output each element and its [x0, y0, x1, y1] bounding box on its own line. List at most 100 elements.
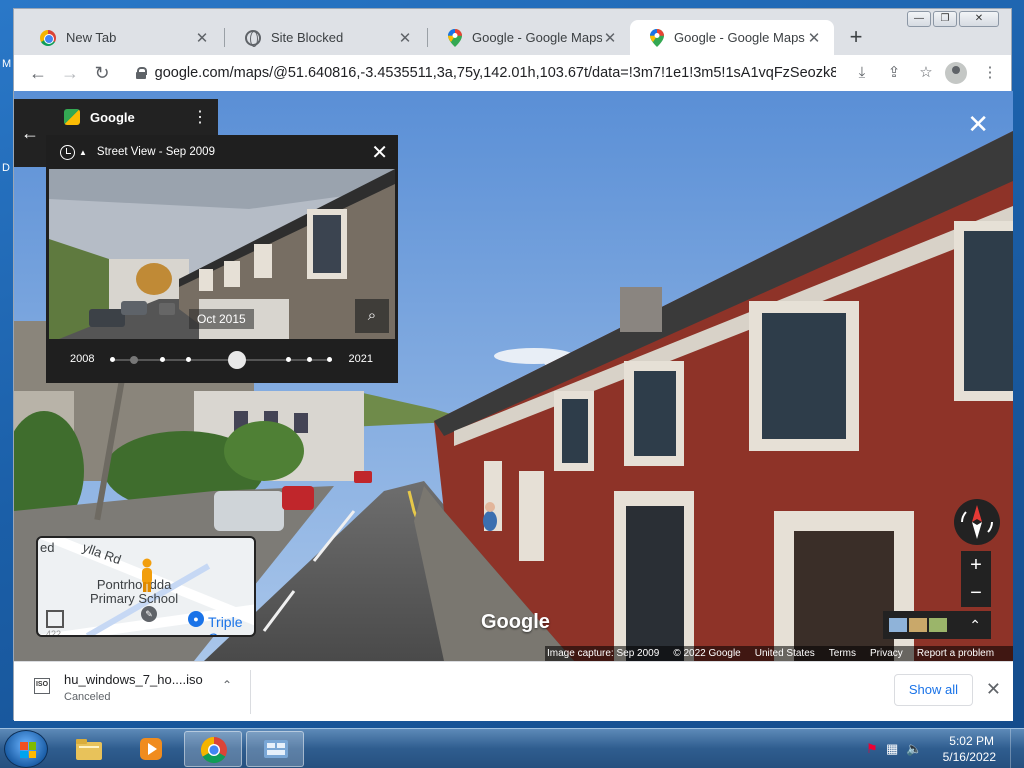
taskbar-chrome[interactable] — [184, 731, 242, 767]
timeline-track[interactable] — [112, 359, 332, 361]
iso-file-icon: ISO — [34, 678, 50, 694]
install-app-icon[interactable]: ⤓ — [849, 57, 875, 89]
clock-date[interactable]: 5/16/2022 — [943, 750, 996, 764]
browser-toolbar: ← → ↻ google.com/maps/@51.640816,-3.4535… — [14, 55, 1011, 91]
bookmark-star-icon[interactable]: ☆ — [913, 57, 939, 89]
profile-avatar-icon[interactable] — [945, 57, 971, 89]
tab-new-tab[interactable]: New Tab ✕ — [20, 20, 222, 55]
timeline-slider[interactable]: 2008 2021 — [46, 339, 398, 383]
timeline-point[interactable] — [186, 357, 191, 362]
share-icon[interactable]: ⇪ — [881, 57, 907, 89]
copyright: © 2022 Google — [673, 648, 741, 659]
maps-pin-icon — [650, 28, 664, 47]
zoom-preview-icon[interactable]: ⌕ — [355, 299, 389, 333]
timeline-point[interactable] — [286, 357, 291, 362]
address-bar[interactable]: google.com/maps/@51.640816,-3.4535511,3a… — [126, 58, 836, 88]
close-tab-icon[interactable]: ✕ — [194, 29, 210, 47]
show-all-button[interactable]: Show all — [893, 674, 973, 706]
more-options-icon[interactable]: ⋮ — [192, 107, 208, 127]
network-icon[interactable]: ▦ — [886, 741, 902, 757]
close-tab-icon[interactable]: ✕ — [602, 29, 618, 47]
time-travel-panel: ▲ Street View - Sep 2009 ✕ Oct 2015 ⌕ 20… — [46, 135, 398, 383]
school-name-line1: Pontrhondda — [96, 577, 172, 592]
caret-up-icon[interactable]: ▲ — [79, 148, 87, 157]
close-street-view-icon[interactable]: ✕ — [967, 109, 989, 140]
more-menu-icon[interactable]: ⋮ — [977, 57, 1003, 89]
timeline-point[interactable] — [327, 357, 332, 362]
timeline-point[interactable] — [307, 357, 312, 362]
zoom-in-button[interactable]: + — [961, 551, 991, 579]
download-status: Canceled — [64, 691, 111, 703]
close-icon[interactable]: ✕ — [371, 140, 388, 165]
imagery-thumbnail[interactable] — [889, 618, 907, 632]
tab-google-maps-active[interactable]: Google - Google Maps ✕ — [630, 20, 834, 55]
back-arrow-icon[interactable]: ← — [22, 57, 54, 89]
tab-title: New Tab — [66, 30, 117, 45]
clock-time[interactable]: 5:02 PM — [949, 734, 994, 748]
place-name: Google — [90, 109, 135, 125]
restore-button[interactable]: ❐ — [933, 11, 957, 27]
taskbar-media-player[interactable] — [122, 731, 180, 767]
show-desktop-button[interactable] — [1010, 729, 1024, 768]
forward-arrow-icon[interactable]: → — [54, 57, 86, 89]
chrome-icon — [200, 736, 227, 764]
close-tab-icon[interactable]: ✕ — [397, 29, 413, 47]
download-item[interactable]: ISO hu_windows_7_ho....iso Canceled — [34, 672, 246, 712]
chevron-up-icon[interactable]: ⌃ — [222, 678, 232, 692]
mini-map[interactable]: ed ylla Rd Pontrhondda Primary School ✎ … — [36, 536, 256, 637]
school-name-line2: Primary School — [90, 591, 179, 606]
imagery-thumbnail[interactable] — [909, 618, 927, 632]
timeline-point[interactable] — [110, 357, 115, 362]
region-link[interactable]: United States — [755, 648, 815, 659]
taskbar-control-panel[interactable] — [246, 731, 304, 767]
tab-title: Site Blocked — [271, 30, 344, 45]
map-school-label: Pontrhondda Primary School — [90, 578, 178, 606]
street-view-panorama[interactable]: ← Google ⋮ ▲ Street View - Sep 2009 ✕ Oc… — [14, 91, 1013, 661]
compass-icon[interactable] — [954, 499, 1000, 545]
timeline-end-year: 2021 — [348, 353, 373, 365]
new-tab-button[interactable]: + — [842, 24, 870, 52]
expand-map-icon[interactable] — [46, 610, 64, 628]
tab-strip: New Tab ✕ Site Blocked ✕ Google - Google… — [14, 9, 1011, 55]
imagery-thumbnail[interactable] — [929, 618, 947, 632]
taskbar-explorer[interactable] — [60, 731, 118, 767]
timeline-point[interactable] — [160, 357, 165, 362]
tab-google-maps[interactable]: Google - Google Maps ✕ — [428, 20, 630, 55]
time-travel-preview[interactable]: Oct 2015 ⌕ — [49, 169, 395, 339]
action-center-flag-icon[interactable]: ⚑ — [866, 741, 882, 757]
globe-icon — [245, 29, 261, 47]
url-text: google.com/maps/@51.640816,-3.4535511,3a… — [154, 65, 836, 81]
divider — [250, 670, 251, 714]
back-arrow-icon[interactable]: ← — [14, 99, 46, 167]
privacy-link[interactable]: Privacy — [870, 648, 903, 659]
place-poi-icon[interactable]: ● — [188, 611, 204, 627]
map-footer: Image capture: Sep 2009 © 2022 Google Un… — [545, 646, 1013, 661]
tab-site-blocked[interactable]: Site Blocked ✕ — [225, 20, 425, 55]
zoom-control: + − — [961, 551, 991, 607]
start-button[interactable] — [4, 730, 48, 768]
minimize-button[interactable]: — — [907, 11, 931, 27]
close-shelf-icon[interactable]: ✕ — [986, 679, 1001, 700]
browser-window: New Tab ✕ Site Blocked ✕ Google - Google… — [13, 8, 1013, 721]
expand-up-icon[interactable]: ⌃ — [969, 617, 981, 634]
history-clock-icon[interactable] — [60, 144, 75, 160]
school-poi-icon[interactable]: ✎ — [141, 606, 157, 622]
tab-title: Google - Google Maps — [472, 30, 602, 45]
google-watermark: Google — [481, 611, 550, 633]
pegman-icon[interactable] — [139, 558, 155, 594]
media-player-icon — [140, 738, 162, 760]
close-window-button[interactable]: ✕ — [959, 11, 999, 27]
timeline-knob[interactable] — [228, 351, 247, 369]
windows-logo-icon — [20, 742, 36, 758]
volume-icon[interactable]: 🔈 — [906, 741, 922, 757]
desktop-icon-label: M — [2, 58, 12, 70]
zoom-out-button[interactable]: − — [961, 579, 991, 607]
close-tab-icon[interactable]: ✕ — [806, 29, 822, 47]
timeline-point[interactable] — [130, 355, 138, 364]
toolbar-actions: ⤓ ⇪ ☆ ⋮ — [849, 57, 1003, 89]
reload-icon[interactable]: ↻ — [86, 57, 118, 89]
folder-icon — [76, 739, 102, 760]
report-problem-link[interactable]: Report a problem — [917, 648, 994, 659]
terms-link[interactable]: Terms — [829, 648, 856, 659]
lock-icon — [136, 67, 147, 79]
